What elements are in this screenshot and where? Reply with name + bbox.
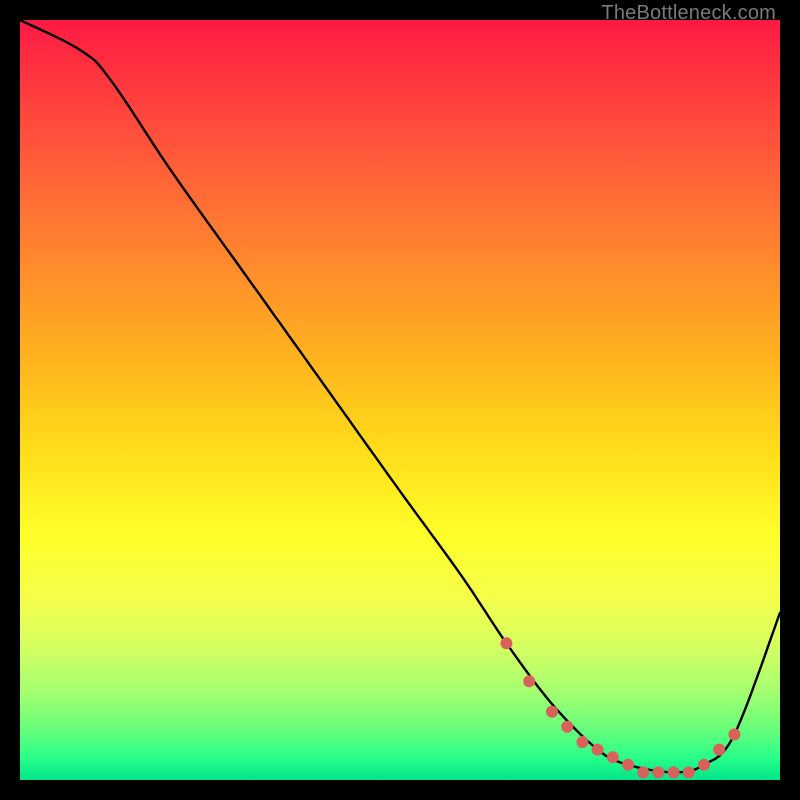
highlight-markers [500,637,740,778]
plot-area [20,20,780,780]
marker-dot [607,751,619,763]
marker-dot [637,766,649,778]
chart-svg [20,20,780,780]
marker-dot [500,637,512,649]
marker-dot [592,744,604,756]
marker-dot [668,766,680,778]
marker-dot [576,736,588,748]
marker-dot [622,759,634,771]
curve-line [20,20,780,772]
marker-dot [713,744,725,756]
chart-frame: TheBottleneck.com [0,0,800,800]
marker-dot [546,706,558,718]
marker-dot [728,728,740,740]
marker-dot [561,721,573,733]
marker-dot [698,759,710,771]
marker-dot [683,766,695,778]
marker-dot [523,675,535,687]
marker-dot [652,766,664,778]
